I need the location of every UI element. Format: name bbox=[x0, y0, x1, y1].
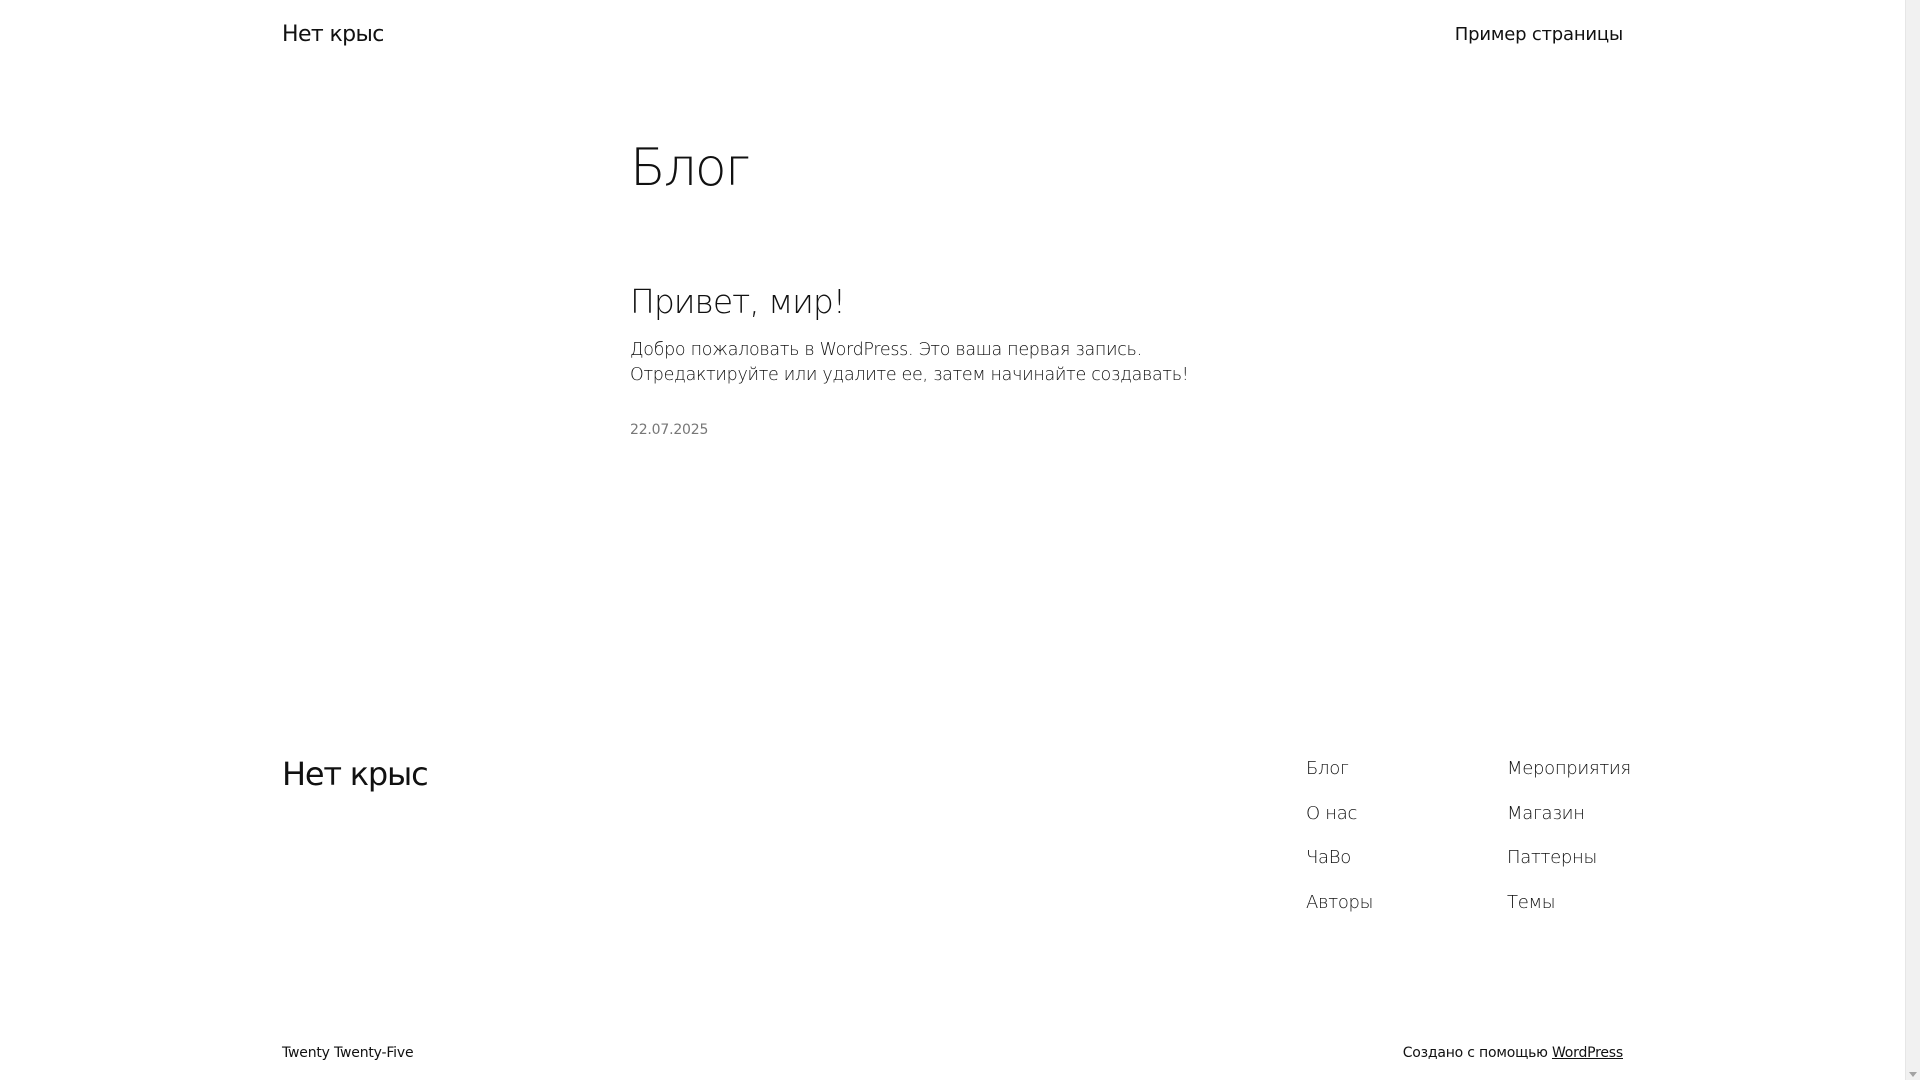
post-title-link[interactable]: Привет, мир! bbox=[630, 280, 846, 324]
footer-nav-item-shop[interactable]: Магазин bbox=[1507, 801, 1631, 846]
wordpress-link[interactable]: WordPress bbox=[1552, 1045, 1623, 1061]
footer-nav-item-patterns[interactable]: Паттерны bbox=[1507, 845, 1631, 890]
powered-by: Создано с помощью WordPress bbox=[1402, 1043, 1624, 1063]
page-title: Блог bbox=[630, 138, 750, 198]
footer-nav-item-events[interactable]: Мероприятия bbox=[1507, 756, 1631, 801]
footer-nav-left: Блог О нас ЧаВо Авторы bbox=[1306, 756, 1373, 934]
powered-by-text: Создано с помощью bbox=[1402, 1045, 1552, 1061]
theme-credit: Twenty Twenty-Five bbox=[282, 1045, 414, 1061]
footer-nav-item-about[interactable]: О нас bbox=[1306, 801, 1373, 846]
site-title-link[interactable]: Нет крыс bbox=[282, 20, 384, 50]
scroll-down-arrow-icon[interactable] bbox=[1909, 1072, 1917, 1077]
page: Нет крыс Пример страницы Блог Привет, ми… bbox=[0, 0, 1905, 1080]
vertical-scrollbar[interactable] bbox=[1905, 0, 1920, 1080]
nav-link-sample-page[interactable]: Пример страницы bbox=[1455, 22, 1623, 48]
post-date[interactable]: 22.07.2025 bbox=[630, 420, 708, 440]
footer-nav-item-authors[interactable]: Авторы bbox=[1306, 890, 1373, 935]
footer-nav-item-faq[interactable]: ЧаВо bbox=[1306, 845, 1373, 890]
footer-nav-item-blog[interactable]: Блог bbox=[1306, 756, 1373, 801]
footer-site-title-link[interactable]: Нет крыс bbox=[282, 752, 429, 796]
footer-nav-right: Мероприятия Магазин Паттерны Темы bbox=[1507, 756, 1631, 934]
post-excerpt: Добро пожаловать в WordPress. Это ваша п… bbox=[630, 340, 1189, 385]
footer-nav-item-themes[interactable]: Темы bbox=[1507, 890, 1631, 935]
